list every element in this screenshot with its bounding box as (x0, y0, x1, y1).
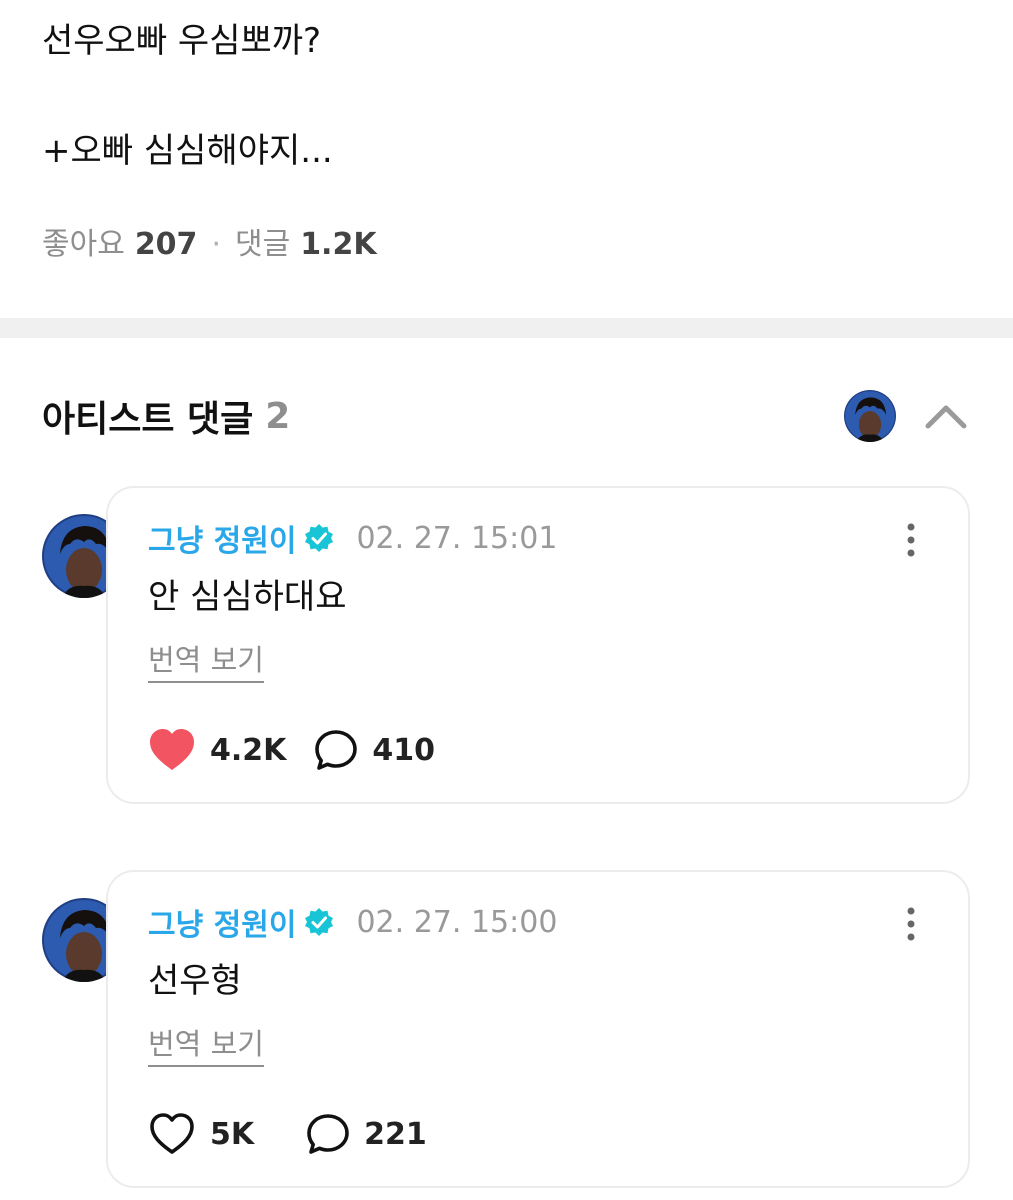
section-divider (0, 318, 1013, 338)
comment-card: 그냥 정원이 02. 27. 15:00 선우형 번역 보기 5K 221 (106, 870, 970, 1188)
reply-button[interactable]: 410 (314, 729, 435, 771)
comment-card: 그냥 정원이 02. 27. 15:01 안 심심하대요 번역 보기 4.2K (106, 486, 970, 804)
like-button[interactable]: 4.2K (148, 728, 286, 772)
artist-comments-count: 2 (265, 395, 291, 437)
comment-meta: 그냥 정원이 02. 27. 15:01 (148, 516, 557, 560)
comment-meta: 그냥 정원이 02. 27. 15:00 (148, 900, 557, 944)
like-button[interactable]: 5K (148, 1112, 254, 1156)
comment-timestamp: 02. 27. 15:00 (356, 904, 558, 940)
comment-author[interactable]: 그냥 정원이 (148, 900, 296, 944)
verified-badge-icon (305, 524, 334, 552)
verified-badge-icon (305, 908, 334, 936)
comment-text: 선우형 (148, 961, 242, 1001)
comments-label: 댓글 (234, 227, 291, 262)
heart-icon (150, 729, 194, 770)
more-vertical-icon[interactable] (904, 906, 918, 942)
artist-comments-title: 아티스트 댓글 (42, 399, 254, 440)
reply-button[interactable]: 221 (306, 1113, 427, 1155)
artist-avatar[interactable] (844, 390, 896, 442)
translate-link[interactable]: 번역 보기 (148, 640, 264, 683)
reply-count: 410 (372, 732, 436, 768)
comment-author[interactable]: 그냥 정원이 (148, 516, 296, 560)
post-stats: 좋아요 207 · 댓글 1.2K (42, 224, 377, 266)
stats-separator: · (211, 227, 221, 262)
reply-count: 221 (364, 1116, 427, 1152)
post-text-line: +오빠 심심해야지... (42, 131, 333, 171)
post-body: 선우오빠 우심뽀까? +오빠 심심해야지... (42, 18, 972, 174)
translate-link[interactable]: 번역 보기 (148, 1024, 264, 1067)
comment-actions: 4.2K 410 (148, 726, 435, 774)
artist-comments-header: 아티스트 댓글 2 (42, 390, 972, 442)
more-vertical-icon[interactable] (904, 522, 918, 558)
speech-bubble-icon (315, 730, 358, 770)
speech-bubble-icon (307, 1114, 349, 1154)
comments-count: 1.2K (300, 227, 377, 262)
collapse-button[interactable] (922, 394, 970, 438)
like-count: 4.2K (210, 732, 287, 768)
comment-text: 안 심심하대요 (148, 577, 347, 617)
heart-icon (150, 1113, 194, 1154)
likes-count: 207 (134, 227, 198, 262)
like-count: 5K (210, 1116, 255, 1152)
chevron-up-icon (925, 405, 967, 429)
comment-timestamp: 02. 27. 15:01 (356, 520, 558, 556)
likes-label: 좋아요 (42, 227, 125, 262)
comment-actions: 5K 221 (148, 1110, 427, 1158)
post-text-line: 선우오빠 우심뽀까? (42, 21, 322, 61)
